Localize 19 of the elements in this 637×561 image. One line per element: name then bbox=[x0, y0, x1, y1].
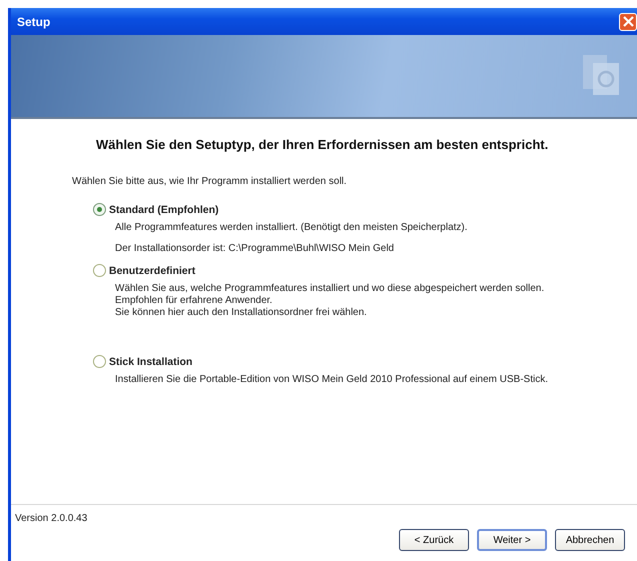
option-label[interactable]: Standard (Empfohlen) bbox=[109, 204, 219, 216]
option-description: Alle Programmfeatures werden installiert. (Benötigt den meisten Speicherplatz). bbox=[115, 222, 468, 234]
radio-button[interactable] bbox=[93, 355, 106, 368]
option-label[interactable]: Benutzerdefiniert bbox=[109, 264, 196, 276]
version-label: Version 2.0.0.43 bbox=[15, 513, 88, 526]
window-title: Setup bbox=[17, 14, 50, 28]
dialog-button[interactable]: Weiter > bbox=[477, 529, 547, 551]
option-description: Wählen Sie aus, welche Programmfeatures installiert und wo diese abgespeichert werden sollen. Empfohlen für erfahrene Anwender. Sie können hier auch den Installationsordner frei wählen. bbox=[115, 283, 546, 319]
radio-button[interactable] bbox=[93, 264, 106, 277]
page-heading: Wählen Sie den Setuptyp, der Ihren Erfordernissen am besten entspricht. bbox=[96, 137, 550, 152]
option-description: Der Installationsorder ist: C:\Programme\Buhl\WISO Mein Geld bbox=[115, 243, 395, 255]
intro-text: Wählen Sie bitte aus, wie Ihr Programm installiert werden soll. bbox=[72, 176, 348, 187]
close-icon bbox=[622, 15, 634, 28]
dialog-button[interactable]: Abbrechen bbox=[555, 529, 625, 551]
option-description: Installieren Sie die Portable-Edition von WISO Mein Geld 2010 Professional auf einem USB-Stick. bbox=[115, 374, 549, 386]
radio-button[interactable] bbox=[93, 203, 106, 216]
dialog-button[interactable]: < Zurück bbox=[399, 529, 469, 551]
option-label[interactable]: Stick Installation bbox=[109, 356, 192, 368]
close-button[interactable] bbox=[619, 12, 637, 30]
